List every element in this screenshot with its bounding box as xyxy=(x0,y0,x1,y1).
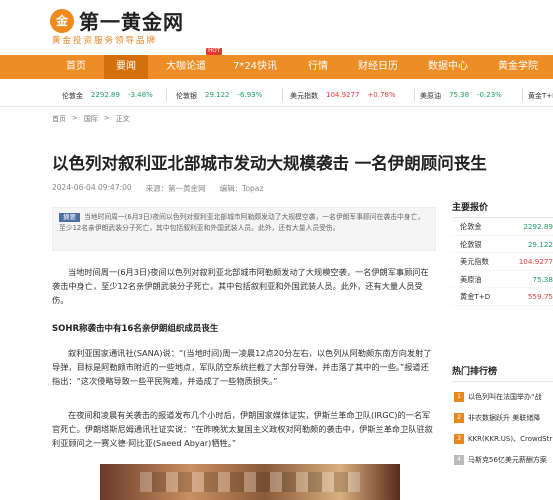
breadcrumb-separator: > xyxy=(103,114,110,122)
ticker-divider xyxy=(166,88,167,102)
ticker-value: 29.122 xyxy=(205,91,230,99)
ticker-item[interactable]: 美原油 75.38 -0.23% xyxy=(420,91,502,101)
article-title: 以色列对叙利亚北部城市发动大规模袭击 一名伊朗顾问丧生 xyxy=(52,154,487,173)
quote-name: 伦敦银 xyxy=(460,239,482,249)
article-summary: 摘要 当地时间周一(6月3日)夜间以色列对叙利亚北部城市阿勒颇发动了大规模空袭，一… xyxy=(52,207,436,251)
ticker-item[interactable]: 伦敦银 29.122 -6.93% xyxy=(176,91,262,101)
quote-row[interactable]: 伦敦银 29.122 xyxy=(452,236,553,253)
main-nav: 首页 要闻 大咖论道 HOT 7*24快讯 行情 财经日历 数据中心 黄金学院 xyxy=(0,48,553,79)
ticker-change: +0.78% xyxy=(367,91,396,99)
ticker-divider xyxy=(522,88,523,102)
quote-name: 美原油 xyxy=(460,274,482,284)
article-paragraph: 当地时间周一(6月3日)夜间以色列对叙利亚北部城市阿勒颇发动了大规模空袭，一名伊… xyxy=(52,267,429,305)
ticker-name: 伦敦银 xyxy=(176,92,197,100)
quote-name: 黄金T+D xyxy=(460,292,491,301)
quote-row[interactable]: 黄金T+D 559.75 xyxy=(452,288,553,306)
ticker-name: 伦敦金 xyxy=(62,92,83,100)
ticker-value: 2292.89 xyxy=(91,91,120,99)
article-paragraph: 在夜间和凌晨有关袭击的报道发布几个小时后，伊朗国家媒体证实，伊斯兰革命卫队(IR… xyxy=(52,410,433,448)
breadcrumb-current: 正文 xyxy=(115,115,130,123)
quote-value: 559.75 xyxy=(527,292,553,301)
breadcrumb: 首页 > 国际 > 正文 xyxy=(52,114,130,124)
site-slogan: 黄金投资服务领导品牌 xyxy=(52,36,158,46)
ticker-name: 黄金T+D xyxy=(528,92,553,100)
article-photo xyxy=(100,464,400,500)
nav-item-news[interactable]: 要闻 xyxy=(104,55,148,79)
rank-number: 3 xyxy=(454,433,464,444)
ticker-value: 75.38 xyxy=(449,91,470,99)
rank-text: 非农数据跃升 美联储降 xyxy=(468,413,541,422)
market-ticker: 伦敦金 2292.89 -3.48% 伦敦银 29.122 -6.93% 美元指… xyxy=(0,84,553,107)
rank-item[interactable]: 1 以色列叫在法国举办“战 xyxy=(452,386,553,407)
site-logo[interactable]: 金 第一黄金网 xyxy=(50,6,184,35)
quote-value: 75.38 xyxy=(532,274,553,284)
ticker-item[interactable]: 美元指数 104.9277 +0.78% xyxy=(290,91,396,101)
article-meta: 2024-06-04 09:47:00 来源：第一黄金网 编辑：Topaz xyxy=(52,183,263,194)
quote-row[interactable]: 伦敦金 2292.89 xyxy=(452,218,553,236)
ticker-change: -0.23% xyxy=(477,91,502,99)
logo-text: 第一黄金网 xyxy=(79,10,184,34)
site-header: 金 第一黄金网 黄金投资服务领导品牌 xyxy=(0,0,553,55)
quote-name: 美元指数 xyxy=(460,257,489,266)
nav-item-calendar[interactable]: 财经日历 xyxy=(348,55,408,79)
ticker-item[interactable]: 伦敦金 2292.89 -3.48% xyxy=(62,91,153,101)
quote-value: 2292.89 xyxy=(523,222,553,231)
ticker-divider xyxy=(414,88,415,102)
rank-number: 1 xyxy=(454,391,464,402)
rank-panel-title: 热门排行榜 xyxy=(452,364,553,382)
rank-text: KKR(KKR.US)、CrowdStr xyxy=(468,434,553,443)
quote-name: 伦敦金 xyxy=(460,222,482,231)
rank-text: 以色列叫在法国举办“战 xyxy=(468,392,542,401)
rank-item[interactable]: 3 KKR(KKR.US)、CrowdStr xyxy=(452,428,553,449)
logo-mark-icon: 金 xyxy=(50,8,74,33)
breadcrumb-separator: > xyxy=(72,114,78,122)
nav-item-home[interactable]: 首页 xyxy=(52,55,100,79)
nav-item-experts[interactable]: 大咖论道 HOT xyxy=(156,48,222,79)
rank-item[interactable]: 2 非农数据跃升 美联储降 xyxy=(452,407,553,428)
quotes-panel-title: 主要报价 xyxy=(452,200,553,218)
ticker-change: -6.93% xyxy=(237,91,263,99)
ticker-name: 美原油 xyxy=(420,92,441,100)
nav-item-quotes[interactable]: 行情 xyxy=(296,55,340,79)
article-author: 编辑：Topaz xyxy=(219,184,264,193)
quote-value: 104.9277 xyxy=(518,257,553,266)
breadcrumb-home[interactable]: 首页 xyxy=(52,114,66,124)
quote-row[interactable]: 美元指数 104.9277 xyxy=(452,253,553,271)
summary-text: 当地时间周一(6月3日)夜间以色列对叙利亚北部城市阿勒颇发动了大规模空袭，一名伊… xyxy=(59,213,425,232)
quote-row[interactable]: 美原油 75.38 xyxy=(452,271,553,288)
breadcrumb-international[interactable]: 国际 xyxy=(84,114,98,124)
nav-item-flash[interactable]: 7*24快讯 xyxy=(224,55,286,79)
article-subheading: SOHR称袭击中有16名亲伊朗组织成员丧生 xyxy=(52,324,219,334)
rank-item[interactable]: 4 马斯克56亿美元薪酬方案 xyxy=(452,449,553,470)
ticker-value: 104.9277 xyxy=(326,91,360,99)
hot-badge: HOT xyxy=(206,48,222,55)
nav-item-academy[interactable]: 黄金学院 xyxy=(488,55,548,79)
ticker-item[interactable]: 黄金T+D xyxy=(528,91,553,101)
rank-number: 2 xyxy=(454,412,464,423)
quotes-panel: 主要报价 伦敦金 2292.89 伦敦银 29.122 美元指数 104.927… xyxy=(452,200,553,306)
ticker-change: -3.48% xyxy=(127,91,153,99)
nav-item-data-center[interactable]: 数据中心 xyxy=(418,55,478,79)
nav-item-experts-label: 大咖论道 xyxy=(166,61,206,72)
ticker-divider xyxy=(282,88,283,102)
rank-text: 马斯克56亿美元薪酬方案 xyxy=(468,455,547,464)
quote-value: 29.122 xyxy=(527,239,553,249)
ticker-name: 美元指数 xyxy=(290,92,318,100)
summary-tag: 摘要 xyxy=(59,213,80,222)
rank-list: 1 以色列叫在法国举办“战 2 非农数据跃升 美联储降 3 KKR(KKR.US… xyxy=(452,386,553,470)
article-date: 2024-06-04 09:47:00 xyxy=(52,183,132,192)
article-paragraph: 叙利亚国家通讯社(SANA)说：“(当地时间)周一凌晨12点20分左右，以色列从… xyxy=(52,348,432,386)
article-source: 来源：第一黄金网 xyxy=(145,184,206,193)
rank-number: 4 xyxy=(454,454,464,465)
